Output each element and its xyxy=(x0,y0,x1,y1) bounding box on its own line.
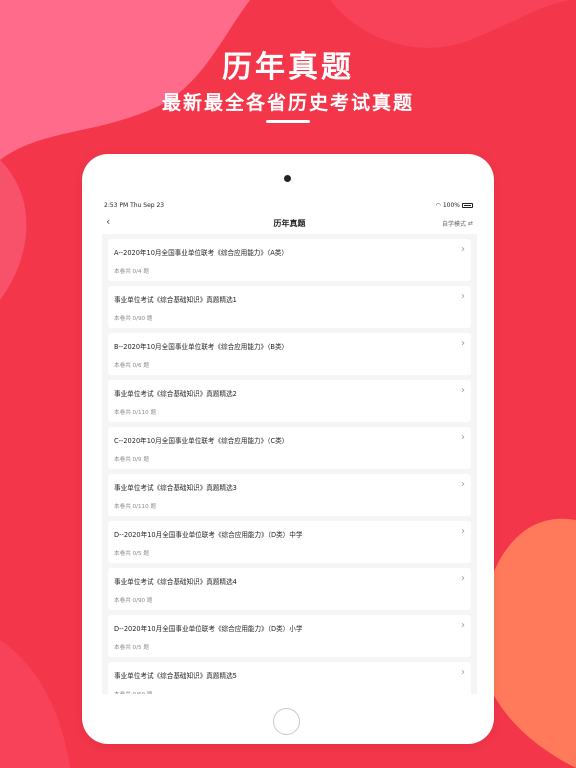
chevron-right-icon: › xyxy=(461,526,465,537)
paper-progress: 本卷共 0/110 题 xyxy=(114,504,157,510)
paper-title: D--2020年10月全国事业单位联考《综合应用能力》（D类）中学 xyxy=(114,531,303,539)
camera-icon xyxy=(284,175,291,182)
paper-title: 事业单位考试《综合基础知识》真题精选1 xyxy=(114,296,237,304)
page-title: 历年真题 xyxy=(273,219,306,228)
paper-title: A--2020年10月全国事业单位联考《综合应用能力》（A类） xyxy=(114,249,288,257)
chevron-right-icon: › xyxy=(461,338,465,349)
chevron-right-icon: › xyxy=(461,667,465,678)
paper-progress: 本卷共 0/90 题 xyxy=(114,598,153,604)
paper-card[interactable]: B--2020年10月全国事业单位联考《综合应用能力》（B类） 本卷共 0/6 题… xyxy=(108,333,471,375)
paper-progress: 本卷共 0/110 题 xyxy=(114,410,157,416)
chevron-right-icon: › xyxy=(461,573,465,584)
chevron-right-icon: › xyxy=(461,432,465,443)
chevron-right-icon: › xyxy=(461,385,465,396)
paper-list: A--2020年10月全国事业单位联考《综合应用能力》（A类） 本卷共 0/4 题… xyxy=(102,234,477,694)
hero-subtitle: 最新最全各省历史考试真题 xyxy=(161,92,414,114)
status-right: ◠ 100% xyxy=(436,202,473,209)
status-time: 2:53 PM Thu Sep 23 xyxy=(104,202,165,209)
paper-progress: 本卷共 0/90 题 xyxy=(114,316,153,322)
mode-label: 自学模式 xyxy=(441,221,466,228)
paper-title: D--2020年10月全国事业单位联考《综合应用能力》（D类）小学 xyxy=(114,625,303,633)
hero-divider xyxy=(266,120,310,123)
battery-percent: 100% xyxy=(442,202,460,209)
battery-icon xyxy=(462,203,473,208)
paper-progress: 本卷共 0/5 题 xyxy=(114,551,149,557)
chevron-right-icon: › xyxy=(461,479,465,490)
switch-icon: ⇄ xyxy=(467,220,473,227)
mode-toggle-button[interactable]: 自学模式 ⇄ xyxy=(442,219,473,228)
paper-title: 事业单位考试《综合基础知识》真题精选3 xyxy=(114,484,237,492)
chevron-right-icon: › xyxy=(461,291,465,302)
paper-card[interactable]: A--2020年10月全国事业单位联考《综合应用能力》（A类） 本卷共 0/4 题… xyxy=(108,239,471,281)
tablet-frame: 2:53 PM Thu Sep 23 ◠ 100% ‹ 历年真题 自学模式 ⇄ … xyxy=(82,154,494,744)
hero-title: 历年真题 xyxy=(222,50,354,85)
paper-card[interactable]: 事业单位考试《综合基础知识》真题精选1 本卷共 0/90 题 › xyxy=(108,286,471,328)
paper-title: 事业单位考试《综合基础知识》真题精选4 xyxy=(114,578,237,586)
app-screen: 2:53 PM Thu Sep 23 ◠ 100% ‹ 历年真题 自学模式 ⇄ … xyxy=(102,200,477,694)
paper-card[interactable]: 事业单位考试《综合基础知识》真题精选3 本卷共 0/110 题 › xyxy=(108,474,471,516)
paper-title: 事业单位考试《综合基础知识》真题精选5 xyxy=(114,672,237,680)
paper-progress: 本卷共 0/6 题 xyxy=(114,363,149,369)
wifi-icon: ◠ xyxy=(435,202,441,209)
paper-card[interactable]: C--2020年10月全国事业单位联考《综合应用能力》（C类） 本卷共 0/9 题… xyxy=(108,427,471,469)
paper-title: 事业单位考试《综合基础知识》真题精选2 xyxy=(114,390,237,398)
paper-progress: 本卷共 0/5 题 xyxy=(114,645,149,651)
paper-card[interactable]: 事业单位考试《综合基础知识》真题精选5 本卷共 0/60 题 › xyxy=(108,662,471,694)
nav-bar: ‹ 历年真题 自学模式 ⇄ xyxy=(102,212,477,234)
paper-progress: 本卷共 0/9 题 xyxy=(114,457,149,463)
paper-title: B--2020年10月全国事业单位联考《综合应用能力》（B类） xyxy=(114,343,289,351)
status-bar: 2:53 PM Thu Sep 23 ◠ 100% xyxy=(102,200,477,212)
home-button[interactable] xyxy=(273,708,300,735)
paper-card[interactable]: D--2020年10月全国事业单位联考《综合应用能力》（D类）小学 本卷共 0/5… xyxy=(108,615,471,657)
chevron-right-icon: › xyxy=(461,620,465,631)
paper-progress: 本卷共 0/4 题 xyxy=(114,269,149,275)
paper-card[interactable]: D--2020年10月全国事业单位联考《综合应用能力》（D类）中学 本卷共 0/5… xyxy=(108,521,471,563)
paper-card[interactable]: 事业单位考试《综合基础知识》真题精选4 本卷共 0/90 题 › xyxy=(108,568,471,610)
paper-title: C--2020年10月全国事业单位联考《综合应用能力》（C类） xyxy=(114,437,289,445)
paper-progress: 本卷共 0/60 题 xyxy=(114,690,153,694)
chevron-right-icon: › xyxy=(461,244,465,255)
paper-card[interactable]: 事业单位考试《综合基础知识》真题精选2 本卷共 0/110 题 › xyxy=(108,380,471,422)
